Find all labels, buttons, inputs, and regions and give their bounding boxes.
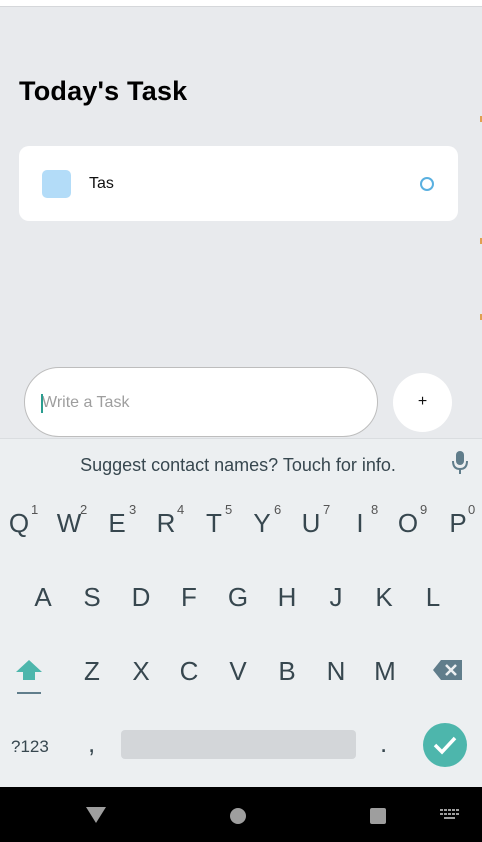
- comma-key[interactable]: ,: [88, 728, 95, 759]
- checkmark-icon: [433, 736, 457, 755]
- period-key[interactable]: .: [380, 728, 387, 759]
- key-label: Q: [8, 508, 30, 538]
- key-c[interactable]: C: [177, 656, 201, 687]
- key-w[interactable]: 2W: [55, 502, 88, 539]
- microphone-icon[interactable]: [452, 451, 468, 475]
- key-hint: 5: [225, 502, 233, 517]
- key-hint: 1: [31, 502, 39, 517]
- key-q[interactable]: 1Q: [7, 502, 38, 539]
- status-bar: [0, 0, 482, 7]
- task-input[interactable]: Write a Task: [24, 367, 378, 437]
- key-r[interactable]: 4R: [154, 502, 185, 539]
- key-v[interactable]: V: [226, 656, 250, 687]
- key-label: W: [56, 508, 82, 538]
- task-complete-circle-icon[interactable]: [420, 177, 434, 191]
- key-k[interactable]: K: [372, 582, 396, 613]
- key-h[interactable]: H: [275, 582, 299, 613]
- key-t[interactable]: 5T: [202, 502, 232, 539]
- key-hint: 9: [420, 502, 428, 517]
- key-x[interactable]: X: [129, 656, 153, 687]
- shift-arrow-icon[interactable]: [15, 658, 43, 698]
- key-hint: 2: [80, 502, 88, 517]
- add-task-button[interactable]: +: [393, 373, 452, 432]
- key-d[interactable]: D: [129, 582, 153, 613]
- space-bar[interactable]: [121, 730, 356, 759]
- key-hint: 0: [468, 502, 476, 517]
- task-color-square: [42, 170, 71, 198]
- key-label: U: [301, 508, 321, 538]
- key-hint: 4: [177, 502, 185, 517]
- key-y[interactable]: 6Y: [250, 502, 281, 539]
- key-j[interactable]: J: [324, 582, 348, 613]
- key-i[interactable]: 8I: [350, 502, 378, 539]
- key-hint: 7: [323, 502, 331, 517]
- suggestion-text[interactable]: Suggest contact names? Touch for info.: [0, 455, 476, 476]
- nav-recents-icon[interactable]: [370, 808, 386, 824]
- key-label: E: [108, 508, 126, 538]
- key-n[interactable]: N: [324, 656, 348, 687]
- keyboard-switch-icon[interactable]: [440, 809, 460, 821]
- key-m[interactable]: M: [371, 656, 399, 687]
- key-label: Y: [253, 508, 271, 538]
- key-hint: 6: [274, 502, 282, 517]
- key-p[interactable]: 0P: [446, 502, 475, 539]
- page-title: Today's Task: [19, 76, 188, 106]
- key-b[interactable]: B: [275, 656, 299, 687]
- key-o[interactable]: 9O: [396, 502, 427, 539]
- key-label: I: [356, 508, 364, 538]
- key-hint: 8: [371, 502, 379, 517]
- key-hint: 3: [129, 502, 137, 517]
- enter-key[interactable]: [423, 723, 467, 767]
- key-g[interactable]: G: [226, 582, 250, 613]
- key-l[interactable]: L: [421, 582, 445, 613]
- key-f[interactable]: F: [177, 582, 201, 613]
- key-label: T: [206, 508, 222, 538]
- task-input-placeholder: Write a Task: [42, 394, 130, 411]
- task-text: Tas: [89, 175, 114, 192]
- nav-back-icon[interactable]: [86, 807, 106, 823]
- navigation-bar: [0, 787, 482, 842]
- text-caret: [41, 394, 43, 413]
- key-e[interactable]: 3E: [105, 502, 136, 539]
- task-card[interactable]: Tas: [19, 146, 458, 221]
- key-z[interactable]: Z: [80, 656, 104, 687]
- keyboard: 1Q 2W 3E 4R 5T 6Y 7U 8I 9O 0P A S D F G …: [0, 486, 482, 787]
- key-label: O: [397, 508, 419, 538]
- key-u[interactable]: 7U: [299, 502, 331, 539]
- backspace-icon[interactable]: [432, 658, 464, 682]
- key-s[interactable]: S: [80, 582, 104, 613]
- key-a[interactable]: A: [31, 582, 55, 613]
- keyboard-suggestion-bar[interactable]: Suggest contact names? Touch for info.: [0, 438, 482, 486]
- key-label: P: [449, 508, 467, 538]
- symbols-key[interactable]: ?123: [11, 737, 49, 757]
- key-label: R: [156, 508, 176, 538]
- nav-home-icon[interactable]: [230, 808, 246, 824]
